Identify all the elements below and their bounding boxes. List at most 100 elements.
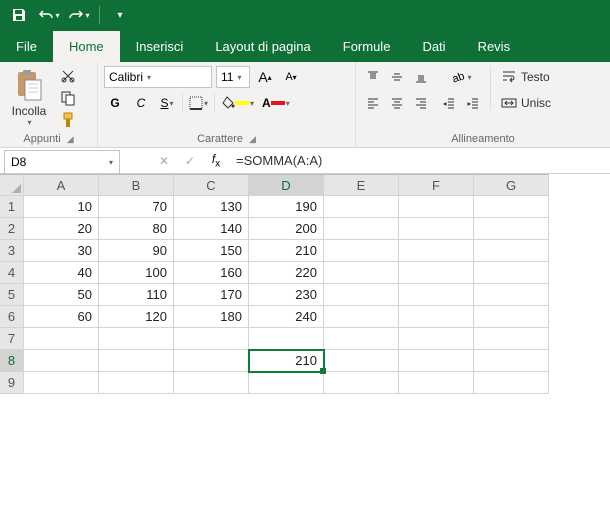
row-header-1[interactable]: 1 [0, 196, 24, 218]
cell-B3[interactable]: 90 [99, 240, 174, 262]
cell-F7[interactable] [399, 328, 474, 350]
borders-button[interactable]: ▾ [187, 92, 210, 114]
tab-file[interactable]: File [0, 31, 53, 62]
cell-D8[interactable]: 210 [249, 350, 324, 372]
cell-G6[interactable] [474, 306, 549, 328]
cell-D6[interactable]: 240 [249, 306, 324, 328]
cell-F4[interactable] [399, 262, 474, 284]
cell-G3[interactable] [474, 240, 549, 262]
cell-A9[interactable] [24, 372, 99, 394]
wrap-text-button[interactable]: Testo [497, 66, 555, 88]
row-header-4[interactable]: 4 [0, 262, 24, 284]
tab-formulas[interactable]: Formule [327, 31, 407, 62]
bold-button[interactable]: G [104, 92, 126, 114]
cell-D4[interactable]: 220 [249, 262, 324, 284]
cell-G2[interactable] [474, 218, 549, 240]
align-left-button[interactable] [362, 92, 384, 114]
save-button[interactable] [6, 2, 32, 28]
cell-G9[interactable] [474, 372, 549, 394]
row-header-8[interactable]: 8 [0, 350, 24, 372]
cell-B2[interactable]: 80 [99, 218, 174, 240]
enter-formula-button[interactable]: ✓ [180, 154, 200, 168]
cell-C9[interactable] [174, 372, 249, 394]
name-box[interactable]: D8 ▾ [4, 150, 120, 173]
copy-button[interactable] [56, 88, 80, 108]
cell-C2[interactable]: 140 [174, 218, 249, 240]
cell-G7[interactable] [474, 328, 549, 350]
column-header-D[interactable]: D [249, 174, 324, 196]
cell-F2[interactable] [399, 218, 474, 240]
increase-font-button[interactable]: A▴ [254, 66, 276, 88]
cell-A3[interactable]: 30 [24, 240, 99, 262]
tab-page-layout[interactable]: Layout di pagina [199, 31, 326, 62]
paste-button[interactable]: Incolla ▾ [6, 66, 52, 130]
undo-button[interactable]: ▾ [36, 2, 62, 28]
cell-B4[interactable]: 100 [99, 262, 174, 284]
decrease-indent-button[interactable] [438, 92, 460, 114]
column-header-C[interactable]: C [174, 174, 249, 196]
cell-D2[interactable]: 200 [249, 218, 324, 240]
cell-E9[interactable] [324, 372, 399, 394]
increase-indent-button[interactable] [462, 92, 484, 114]
cell-A6[interactable]: 60 [24, 306, 99, 328]
cell-A1[interactable]: 10 [24, 196, 99, 218]
align-center-button[interactable] [386, 92, 408, 114]
align-right-button[interactable] [410, 92, 432, 114]
cell-G1[interactable] [474, 196, 549, 218]
spreadsheet-grid[interactable]: ABCDEFG110701301902208014020033090150210… [0, 174, 610, 394]
cell-A7[interactable] [24, 328, 99, 350]
cell-E3[interactable] [324, 240, 399, 262]
tab-review[interactable]: Revis [462, 31, 527, 62]
column-header-G[interactable]: G [474, 174, 549, 196]
dialog-launcher-icon[interactable]: ◢ [67, 134, 74, 145]
cell-E7[interactable] [324, 328, 399, 350]
row-header-7[interactable]: 7 [0, 328, 24, 350]
tab-insert[interactable]: Inserisci [120, 31, 200, 62]
cell-A4[interactable]: 40 [24, 262, 99, 284]
customize-qat-button[interactable]: ▾ [107, 2, 133, 28]
cell-C7[interactable] [174, 328, 249, 350]
dialog-launcher-icon[interactable]: ◢ [249, 134, 256, 145]
cell-F3[interactable] [399, 240, 474, 262]
cell-E6[interactable] [324, 306, 399, 328]
cell-F1[interactable] [399, 196, 474, 218]
cell-D3[interactable]: 210 [249, 240, 324, 262]
row-header-9[interactable]: 9 [0, 372, 24, 394]
font-name-combo[interactable]: Calibri ▾ [104, 66, 212, 88]
cell-B8[interactable] [99, 350, 174, 372]
cell-C5[interactable]: 170 [174, 284, 249, 306]
select-all-button[interactable] [0, 174, 24, 196]
cell-G5[interactable] [474, 284, 549, 306]
orientation-button[interactable]: ab▾ [438, 66, 484, 88]
cell-B5[interactable]: 110 [99, 284, 174, 306]
fill-color-button[interactable]: ▾ [219, 92, 256, 114]
cell-C4[interactable]: 160 [174, 262, 249, 284]
cancel-formula-button[interactable]: ✕ [154, 154, 174, 168]
cell-F5[interactable] [399, 284, 474, 306]
cell-G4[interactable] [474, 262, 549, 284]
insert-function-button[interactable]: fx [206, 152, 226, 169]
cell-F9[interactable] [399, 372, 474, 394]
column-header-A[interactable]: A [24, 174, 99, 196]
merge-center-button[interactable]: Unisc [497, 92, 555, 114]
cell-C8[interactable] [174, 350, 249, 372]
cell-G8[interactable] [474, 350, 549, 372]
font-size-combo[interactable]: 11 ▾ [216, 66, 250, 88]
cell-F8[interactable] [399, 350, 474, 372]
font-color-button[interactable]: A ▾ [260, 92, 292, 114]
cell-B7[interactable] [99, 328, 174, 350]
formula-input[interactable]: =SOMMA(A:A) [230, 148, 610, 173]
cell-C1[interactable]: 130 [174, 196, 249, 218]
cell-E4[interactable] [324, 262, 399, 284]
row-header-3[interactable]: 3 [0, 240, 24, 262]
align-middle-button[interactable] [386, 66, 408, 88]
cell-A2[interactable]: 20 [24, 218, 99, 240]
column-header-B[interactable]: B [99, 174, 174, 196]
cut-button[interactable] [56, 66, 80, 86]
align-top-button[interactable] [362, 66, 384, 88]
cell-F6[interactable] [399, 306, 474, 328]
column-header-F[interactable]: F [399, 174, 474, 196]
cell-A5[interactable]: 50 [24, 284, 99, 306]
cell-B1[interactable]: 70 [99, 196, 174, 218]
decrease-font-button[interactable]: A▾ [280, 66, 302, 88]
